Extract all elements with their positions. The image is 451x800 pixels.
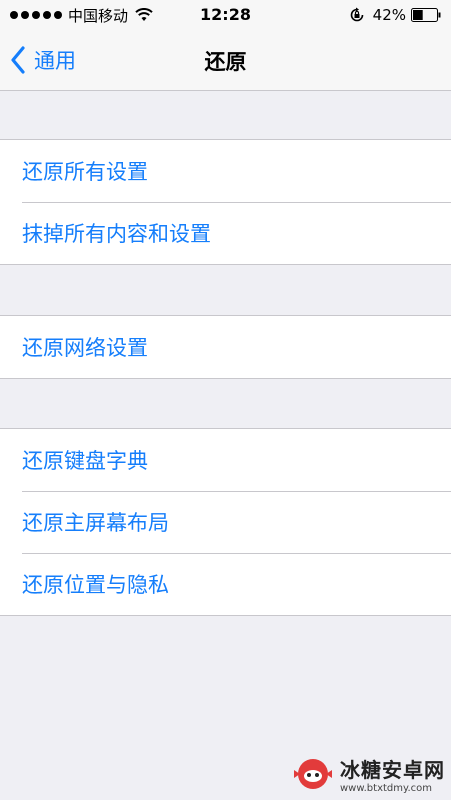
watermark-text: 冰糖安卓网 www.btxtdmy.com xyxy=(340,754,445,794)
reset-location-privacy-row[interactable]: 还原位置与隐私 xyxy=(0,553,451,615)
settings-group-reset-all: 还原所有设置 抹掉所有内容和设置 xyxy=(0,139,451,265)
status-bar: 中国移动 12:28 42% xyxy=(0,0,451,30)
watermark-logo-icon xyxy=(294,759,332,789)
settings-group-other: 还原键盘字典 还原主屏幕布局 还原位置与隐私 xyxy=(0,428,451,616)
watermark: 冰糖安卓网 www.btxtdmy.com xyxy=(290,754,445,794)
watermark-url: www.btxtdmy.com xyxy=(340,783,433,794)
row-label: 还原位置与隐私 xyxy=(22,573,169,597)
row-label: 还原键盘字典 xyxy=(22,449,148,473)
watermark-name: 冰糖安卓网 xyxy=(340,758,445,782)
reset-home-screen-layout-row[interactable]: 还原主屏幕布局 xyxy=(0,491,451,553)
status-right: 42% xyxy=(349,5,441,25)
row-label: 还原网络设置 xyxy=(22,336,148,360)
row-label: 还原主屏幕布局 xyxy=(22,511,169,535)
battery-percent: 42% xyxy=(372,6,406,24)
row-label: 还原所有设置 xyxy=(22,160,148,184)
rotation-lock-icon xyxy=(350,7,363,22)
page-title: 还原 xyxy=(204,50,247,74)
reset-keyboard-dictionary-row[interactable]: 还原键盘字典 xyxy=(0,429,451,491)
reset-all-settings-row[interactable]: 还原所有设置 xyxy=(0,140,451,202)
reset-network-settings-row[interactable]: 还原网络设置 xyxy=(0,316,451,378)
battery-icon xyxy=(411,8,441,22)
erase-all-content-row[interactable]: 抹掉所有内容和设置 xyxy=(0,202,451,264)
settings-group-network: 还原网络设置 xyxy=(0,315,451,379)
row-label: 抹掉所有内容和设置 xyxy=(22,222,211,246)
navigation-bar: 通用 还原 xyxy=(0,30,451,91)
